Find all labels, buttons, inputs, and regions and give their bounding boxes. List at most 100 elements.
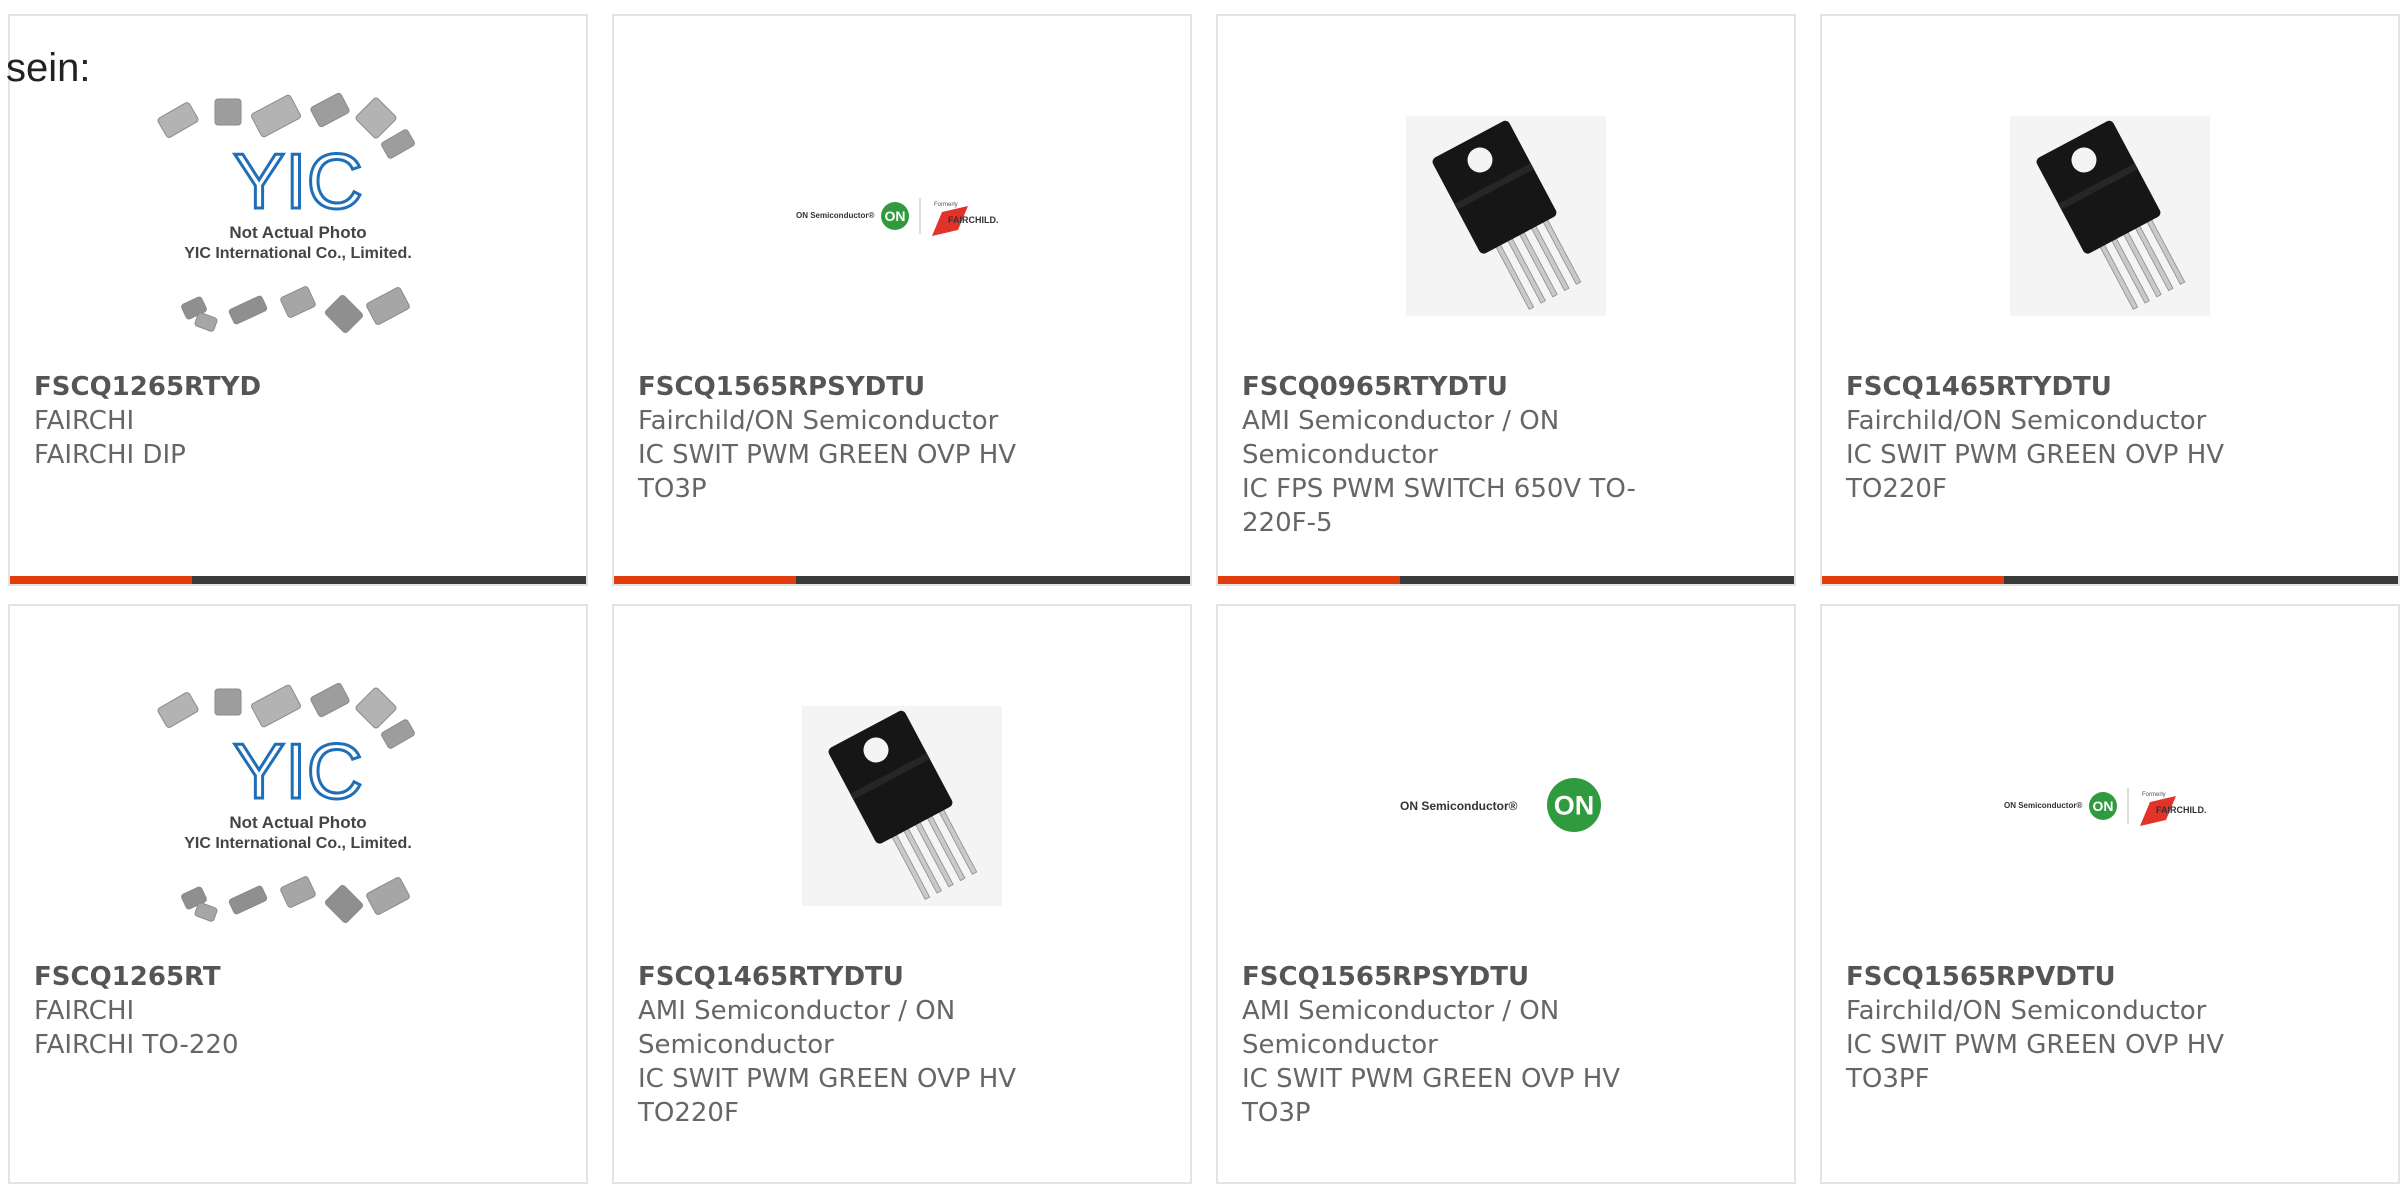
description-label: Semiconductor <box>1242 440 1438 470</box>
on-semiconductor-logo-icon: ON Semiconductor® ON <box>1400 778 1601 832</box>
product-card[interactable]: FSCQ1465RTYDTU AMI Semiconductor / ON Semi… <box>612 604 1192 1184</box>
description-label: IC SWIT PWM GREEN OVP HV <box>638 440 1017 470</box>
svg-text:ON Semiconductor®: ON Semiconductor® <box>1400 799 1518 813</box>
product-info: FSCQ1265RTYD FAIRCHI FAIRCHI DIP <box>34 370 436 472</box>
product-card[interactable]: ON Semiconductor® ON FSCQ1565RPSYDTU AMI Se… <box>1216 604 1796 1184</box>
chip-icon <box>214 98 242 126</box>
manufacturer-label: AMI Semiconductor / ON <box>638 996 956 1026</box>
product-card[interactable]: FSCQ1465RTYDTU Fairchild/ON Semiconductor… <box>1820 14 2400 586</box>
description-label: IC SWIT PWM GREEN OVP HV <box>1242 1064 1621 1094</box>
svg-text:FAIRCHILD.: FAIRCHILD. <box>948 215 999 225</box>
description-label: TO3P <box>638 474 707 504</box>
description-label: TO3P <box>1242 1098 1311 1128</box>
product-info: FSCQ1565RPVDTU Fairchild/ON Semiconductor… <box>1846 960 2248 1096</box>
part-number-link[interactable]: FSCQ1465RTYDTU <box>1846 370 2248 404</box>
part-number-link[interactable]: FSCQ1265RT <box>34 960 436 994</box>
description-label: IC FPS PWM SWITCH 650V TO- <box>1242 474 1636 504</box>
chip-icon <box>280 876 316 908</box>
chip-icon <box>280 286 316 318</box>
part-number-link[interactable]: FSCQ1465RTYDTU <box>638 960 1040 994</box>
chip-icon <box>251 684 301 728</box>
manufacturer-label: FAIRCHI <box>34 406 135 436</box>
yic-logo-icon: YIC <box>233 727 363 815</box>
on-fairchild-logo-icon: ON Semiconductor® ON Formerly FAIRCHILD. <box>796 198 999 236</box>
product-card[interactable]: ON Semiconductor® ON Formerly FAIRCHILD. FSC… <box>1820 604 2400 1184</box>
svg-text:ON: ON <box>885 208 906 224</box>
product-image[interactable]: ON Semiconductor® ON Formerly FAIRCHILD. <box>792 66 1012 366</box>
chip-icon <box>310 682 350 718</box>
description-label: IC SWIT PWM GREEN OVP HV <box>1846 1030 2225 1060</box>
placeholder-photo-icon: YICNot Actual Photo YIC International Co.… <box>157 92 415 334</box>
card-accent-bar <box>10 576 192 584</box>
card-accent-bar <box>1218 576 1400 584</box>
chip-icon <box>381 719 415 749</box>
placeholder-photo-icon: YICNot Actual Photo YIC International Co.… <box>157 682 415 924</box>
part-number-link[interactable]: FSCQ1265RTYD <box>34 370 436 404</box>
chip-icon <box>355 687 397 729</box>
description-label: 220F-5 <box>1242 508 1333 538</box>
description-label: IC SWIT PWM GREEN OVP HV <box>638 1064 1017 1094</box>
chip-icon <box>355 97 397 139</box>
chip-icon <box>157 102 199 138</box>
product-image[interactable]: YIC Not Actual Photo YIC International Co.… <box>148 66 448 366</box>
product-image[interactable]: ON Semiconductor® ON <box>1396 656 1616 956</box>
svg-text:FAIRCHILD.: FAIRCHILD. <box>2156 805 2207 815</box>
manufacturer-label: FAIRCHI <box>34 996 135 1026</box>
description-label: TO220F <box>1846 474 1947 504</box>
not-actual-photo-caption: Not Actual Photo <box>229 223 366 242</box>
manufacturer-label: AMI Semiconductor / ON <box>1242 406 1560 436</box>
product-card[interactable]: YIC Not Actual Photo YIC International Co.… <box>8 14 588 586</box>
card-bottom-bar <box>614 576 1190 584</box>
chip-icon <box>228 885 268 915</box>
svg-text:Formerly: Formerly <box>934 202 958 208</box>
manufacturer-label: Fairchild/ON Semiconductor <box>1846 406 2207 436</box>
chip-icon <box>228 295 268 325</box>
product-card[interactable]: YIC Not Actual Photo YIC International Co.… <box>8 604 588 1184</box>
description-label: FAIRCHI TO-220 <box>34 1030 239 1060</box>
chip-icon <box>324 884 364 924</box>
product-image[interactable]: ON Semiconductor® ON Formerly FAIRCHILD. <box>2000 656 2220 956</box>
chip-icon <box>251 94 301 138</box>
part-number-link[interactable]: FSCQ1565RPSYDTU <box>1242 960 1644 994</box>
manufacturer-label: AMI Semiconductor / ON <box>1242 996 1560 1026</box>
description-label: TO3PF <box>1846 1064 1930 1094</box>
product-info: FSCQ1465RTYDTU Fairchild/ON Semiconductor… <box>1846 370 2248 506</box>
description-label: Semiconductor <box>638 1030 834 1060</box>
part-number-link[interactable]: FSCQ1565RPVDTU <box>1846 960 2248 994</box>
chip-icon <box>214 688 242 716</box>
part-number-link[interactable]: FSCQ1565RPSYDTU <box>638 370 1040 404</box>
card-bottom-bar <box>1822 576 2398 584</box>
svg-text:ON: ON <box>1554 791 1595 821</box>
intro-text: sein: <box>6 46 91 90</box>
description-label: IC SWIT PWM GREEN OVP HV <box>1846 440 2225 470</box>
not-actual-photo-caption: Not Actual Photo <box>229 813 366 832</box>
card-accent-bar <box>614 576 796 584</box>
chip-icon <box>194 902 218 922</box>
product-image[interactable] <box>2000 66 2220 366</box>
product-info: FSCQ1265RT FAIRCHI FAIRCHI TO-220 <box>34 960 436 1062</box>
on-fairchild-logo-icon: ON Semiconductor® ON Formerly FAIRCHILD. <box>2004 788 2207 826</box>
company-caption: YIC International Co., Limited. <box>184 245 412 262</box>
product-image[interactable]: YIC Not Actual Photo YIC International Co.… <box>148 656 448 956</box>
card-bottom-bar <box>10 576 586 584</box>
product-info: FSCQ1565RPSYDTU AMI Semiconductor / ON Sem… <box>1242 960 1644 1130</box>
manufacturer-label: Fairchild/ON Semiconductor <box>1846 996 2207 1026</box>
product-image[interactable] <box>792 656 1012 956</box>
product-info: FSCQ1565RPSYDTU Fairchild/ON Semiconducto… <box>638 370 1040 506</box>
company-caption: YIC International Co., Limited. <box>184 835 412 852</box>
card-bottom-bar <box>1218 576 1794 584</box>
chip-icon <box>366 877 410 915</box>
svg-text:Formerly: Formerly <box>2142 792 2166 798</box>
chip-icon <box>194 312 218 332</box>
product-card[interactable]: ON Semiconductor® ON Formerly FAIRCHILD. FSC… <box>612 14 1192 586</box>
description-label: Semiconductor <box>1242 1030 1438 1060</box>
chip-icon <box>381 129 415 159</box>
product-image[interactable] <box>1396 66 1616 366</box>
chip-icon <box>324 294 364 334</box>
part-number-link[interactable]: FSCQ0965RTYDTU <box>1242 370 1644 404</box>
svg-text:ON Semiconductor®: ON Semiconductor® <box>796 211 874 220</box>
product-card[interactable]: FSCQ0965RTYDTU AMI Semiconductor / ON Semi… <box>1216 14 1796 586</box>
svg-text:ON Semiconductor®: ON Semiconductor® <box>2004 801 2082 810</box>
manufacturer-label: Fairchild/ON Semiconductor <box>638 406 999 436</box>
svg-text:ON: ON <box>2093 798 2114 814</box>
